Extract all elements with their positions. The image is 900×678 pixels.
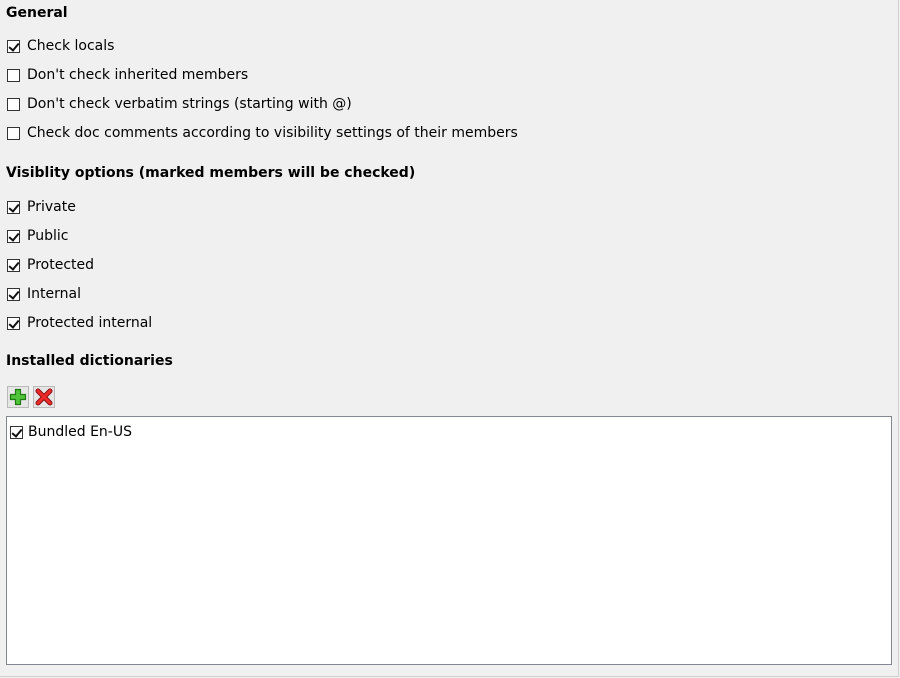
dont-check-verbatim-checkbox[interactable] xyxy=(7,97,20,111)
internal-label: Internal xyxy=(27,286,81,302)
protected-checkbox[interactable] xyxy=(7,258,20,272)
private-option[interactable]: Private xyxy=(7,198,76,216)
bundled-en-us-checkbox[interactable] xyxy=(10,425,23,439)
check-doc-comments-checkbox[interactable] xyxy=(7,126,20,140)
check-locals-option[interactable]: Check locals xyxy=(7,37,114,55)
dont-check-inherited-label: Don't check inherited members xyxy=(27,67,249,83)
general-heading: General xyxy=(6,5,68,21)
private-label: Private xyxy=(27,199,76,215)
check-doc-comments-label: Check doc comments according to visibili… xyxy=(27,125,518,141)
private-checkbox[interactable] xyxy=(7,200,20,214)
dont-check-inherited-option[interactable]: Don't check inherited members xyxy=(7,66,248,84)
protected-internal-label: Protected internal xyxy=(27,315,153,331)
spelling-options-panel: General Check locals Don't check inherit… xyxy=(0,0,899,677)
protected-label: Protected xyxy=(27,257,94,273)
protected-internal-checkbox[interactable] xyxy=(7,316,20,330)
check-doc-comments-option[interactable]: Check doc comments according to visibili… xyxy=(7,124,518,142)
dictionaries-toolbar xyxy=(7,386,55,408)
dont-check-verbatim-label: Don't check verbatim strings (starting w… xyxy=(27,96,352,112)
internal-checkbox[interactable] xyxy=(7,287,20,301)
public-label: Public xyxy=(27,228,69,244)
remove-icon xyxy=(35,388,53,406)
visibility-heading: Visiblity options (marked members will b… xyxy=(6,165,416,181)
remove-dictionary-button[interactable] xyxy=(33,386,55,408)
dont-check-inherited-checkbox[interactable] xyxy=(7,68,20,82)
add-icon xyxy=(9,388,27,406)
dont-check-verbatim-option[interactable]: Don't check verbatim strings (starting w… xyxy=(7,95,352,113)
internal-option[interactable]: Internal xyxy=(7,285,81,303)
public-checkbox[interactable] xyxy=(7,229,20,243)
protected-internal-option[interactable]: Protected internal xyxy=(7,314,152,332)
protected-option[interactable]: Protected xyxy=(7,256,94,274)
dictionaries-heading: Installed dictionaries xyxy=(6,353,173,369)
bundled-en-us-label: Bundled En-US xyxy=(28,424,132,440)
list-item[interactable]: Bundled En-US xyxy=(10,423,132,441)
dictionaries-list[interactable]: Bundled En-US xyxy=(6,416,892,665)
add-dictionary-button[interactable] xyxy=(7,386,29,408)
check-locals-label: Check locals xyxy=(27,38,115,54)
check-locals-checkbox[interactable] xyxy=(7,39,20,53)
public-option[interactable]: Public xyxy=(7,227,68,245)
